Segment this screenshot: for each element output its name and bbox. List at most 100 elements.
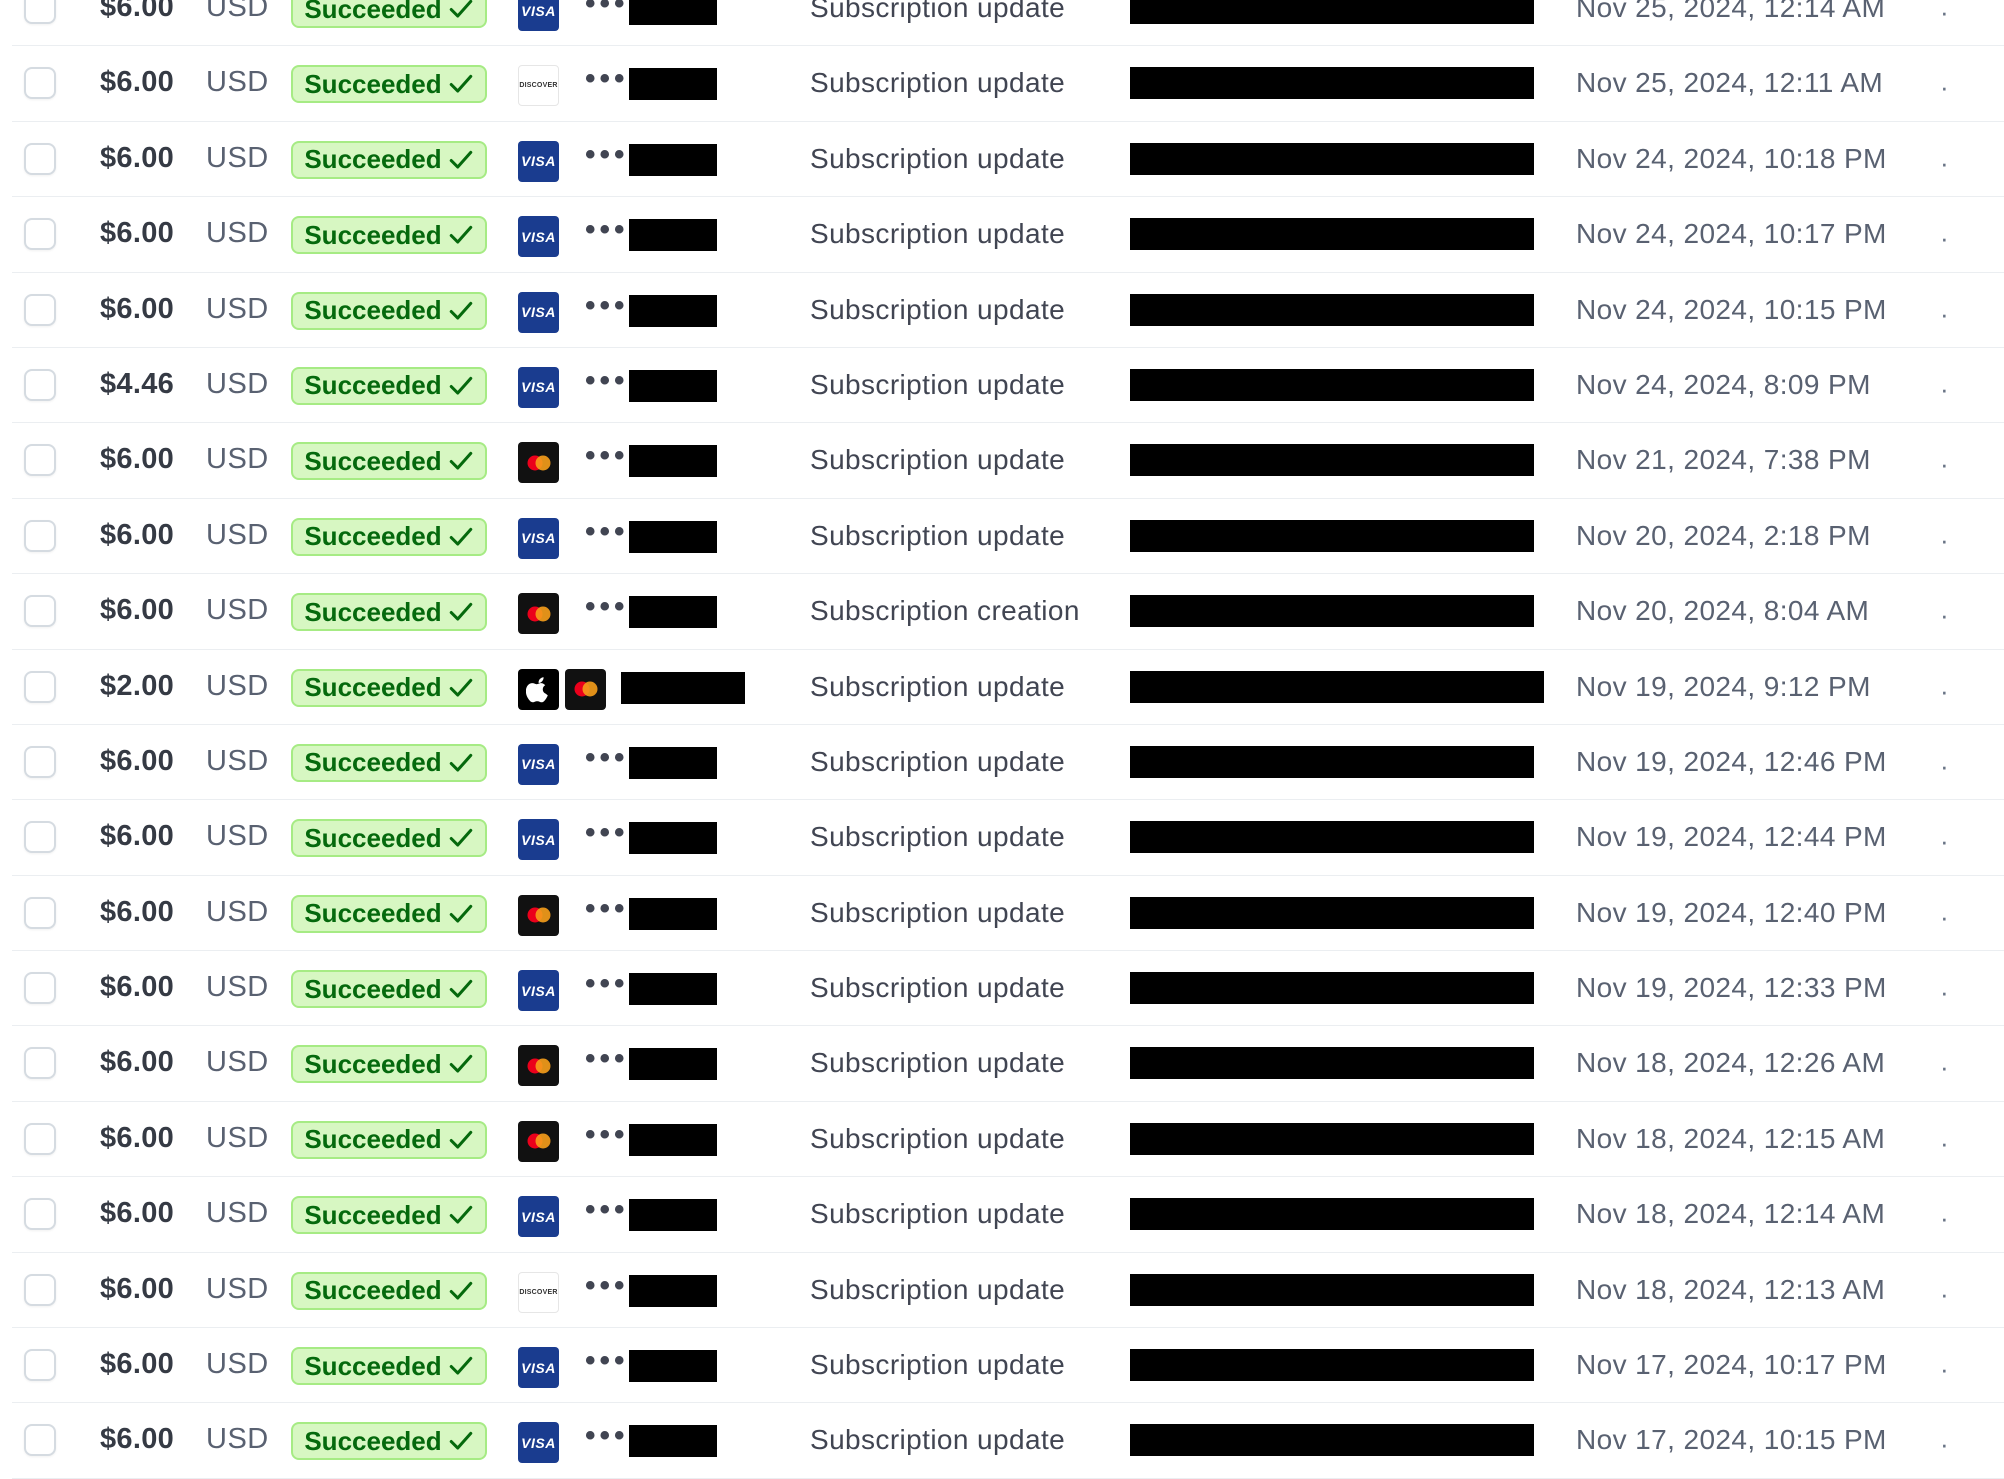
row-select-checkbox[interactable] (24, 444, 56, 477)
row-select-checkbox[interactable] (24, 972, 56, 1005)
row-select-checkbox[interactable] (24, 1047, 56, 1080)
more-actions-icon[interactable]: · (1940, 449, 1949, 480)
status-badge: Succeeded (291, 517, 487, 556)
row-select-checkbox[interactable] (24, 0, 56, 24)
more-actions-icon[interactable]: · (1940, 299, 1949, 330)
apple-pay-icon (518, 668, 559, 710)
table-row[interactable]: $6.00 USD Succeeded VISA •••• Subscription up… (12, 725, 2004, 801)
currency: USD (206, 217, 269, 250)
more-actions-icon[interactable]: · (1940, 1354, 1949, 1385)
more-actions-icon[interactable]: · (1940, 1052, 1949, 1083)
more-actions-icon[interactable]: · (1940, 751, 1949, 782)
visa-icon: VISA (518, 366, 559, 408)
table-row[interactable]: $6.00 USD Succeeded VISA •••• Subscription up… (12, 273, 2004, 348)
status-badge: Succeeded (291, 140, 487, 179)
table-row[interactable]: $2.00 USD Succeeded Subscription update Nov … (12, 650, 2004, 725)
row-select-checkbox[interactable] (24, 1349, 56, 1382)
currency: USD (206, 292, 269, 325)
mastercard-icon (518, 442, 559, 484)
redacted-customer (1130, 821, 1534, 854)
amount: $6.00 (100, 66, 175, 99)
checkmark-icon (448, 373, 474, 399)
currency: USD (206, 443, 269, 476)
date: Nov 19, 2024, 9:12 PM (1576, 670, 1871, 702)
visa-icon: VISA (518, 743, 559, 785)
more-actions-icon[interactable]: · (1940, 1279, 1949, 1310)
mastercard-icon (518, 593, 559, 635)
redacted-card-last4 (629, 369, 717, 402)
more-actions-icon[interactable]: · (1940, 72, 1949, 103)
more-actions-icon[interactable]: · (1940, 0, 1949, 28)
table-row[interactable]: $6.00 USD Succeeded VISA •••• Subscription up… (12, 499, 2004, 575)
more-actions-icon[interactable]: · (1940, 525, 1949, 556)
table-row[interactable]: $6.00 USD Succeeded VISA •••• Subscription up… (12, 1328, 2004, 1404)
visa-icon: VISA (518, 970, 559, 1012)
row-select-checkbox[interactable] (24, 142, 56, 175)
more-actions-icon[interactable]: · (1940, 676, 1949, 707)
currency: USD (206, 141, 269, 174)
amount: $6.00 (100, 1348, 175, 1381)
description: Subscription update (810, 293, 1066, 325)
table-row[interactable]: $4.46 USD Succeeded VISA •••• Subscription up… (12, 348, 2004, 424)
more-actions-icon[interactable]: · (1940, 1429, 1949, 1460)
more-actions-icon[interactable]: · (1940, 977, 1949, 1008)
more-actions-icon[interactable]: · (1940, 826, 1949, 857)
redacted-customer (1130, 368, 1534, 401)
checkmark-icon (448, 448, 474, 474)
date: Nov 24, 2024, 10:17 PM (1576, 218, 1887, 250)
mastercard-icon (565, 668, 606, 710)
table-row[interactable]: $6.00 USD Succeeded VISA •••• Subscription up… (12, 197, 2004, 273)
amount: $6.00 (100, 1046, 175, 1079)
currency: USD (206, 1197, 269, 1230)
row-select-checkbox[interactable] (24, 1198, 56, 1231)
table-row[interactable]: $6.00 USD Succeeded •••• Subscription creati… (12, 574, 2004, 650)
more-actions-icon[interactable]: · (1940, 1128, 1949, 1159)
more-actions-icon[interactable]: · (1940, 1203, 1949, 1234)
more-actions-icon[interactable]: · (1940, 374, 1949, 405)
description: Subscription update (810, 1349, 1066, 1381)
row-select-checkbox[interactable] (24, 368, 56, 401)
table-row[interactable]: $6.00 USD Succeeded VISA •••• Subscription up… (12, 0, 2004, 47)
row-select-checkbox[interactable] (24, 67, 56, 100)
row-select-checkbox[interactable] (24, 745, 56, 778)
row-select-checkbox[interactable] (24, 595, 56, 628)
more-actions-icon[interactable]: · (1940, 148, 1949, 179)
more-actions-icon[interactable]: · (1940, 600, 1949, 631)
more-actions-icon[interactable]: · (1940, 223, 1949, 254)
status-label: Succeeded (304, 370, 442, 401)
table-row[interactable]: $6.00 USD Succeeded VISA •••• Subscription up… (12, 1177, 2004, 1253)
redacted-customer (1130, 1349, 1534, 1382)
table-row[interactable]: $6.00 USD Succeeded •••• Subscription update… (12, 1026, 2004, 1102)
visa-icon: VISA (518, 216, 559, 258)
row-select-checkbox[interactable] (24, 218, 56, 251)
row-select-checkbox[interactable] (24, 519, 56, 552)
description: Subscription update (810, 972, 1066, 1004)
row-select-checkbox[interactable] (24, 293, 56, 326)
redacted-card-last4 (621, 671, 745, 704)
table-row[interactable]: $6.00 USD Succeeded DISCOVER •••• Subscriptio… (12, 1253, 2004, 1329)
row-select-checkbox[interactable] (24, 896, 56, 929)
redacted-card-last4 (629, 973, 717, 1006)
row-select-checkbox[interactable] (24, 670, 56, 703)
status-badge: Succeeded (291, 1120, 487, 1159)
checkmark-icon (448, 976, 474, 1002)
table-row[interactable]: $6.00 USD Succeeded VISA •••• Subscription up… (12, 122, 2004, 198)
table-row[interactable]: $6.00 USD Succeeded •••• Subscription update… (12, 423, 2004, 499)
date: Nov 24, 2024, 8:09 PM (1576, 368, 1871, 400)
table-row[interactable]: $6.00 USD Succeeded DISCOVER •••• Subscriptio… (12, 46, 2004, 122)
more-actions-icon[interactable]: · (1940, 902, 1949, 933)
table-row[interactable]: $6.00 USD Succeeded •••• Subscription update… (12, 876, 2004, 952)
table-row[interactable]: $6.00 USD Succeeded VISA •••• Subscription up… (12, 1403, 2004, 1479)
table-row[interactable]: $6.00 USD Succeeded VISA •••• Subscription up… (12, 951, 2004, 1027)
row-select-checkbox[interactable] (24, 1122, 56, 1155)
status-label: Succeeded (304, 1124, 442, 1155)
row-select-checkbox[interactable] (24, 821, 56, 854)
status-badge: Succeeded (291, 894, 487, 933)
amount: $6.00 (100, 744, 175, 777)
table-row[interactable]: $6.00 USD Succeeded VISA •••• Subscription up… (12, 800, 2004, 876)
row-select-checkbox[interactable] (24, 1273, 56, 1306)
description: Subscription update (810, 368, 1066, 400)
table-row[interactable]: $6.00 USD Succeeded •••• Subscription update… (12, 1102, 2004, 1178)
date: Nov 20, 2024, 2:18 PM (1576, 519, 1871, 551)
row-select-checkbox[interactable] (24, 1424, 56, 1457)
